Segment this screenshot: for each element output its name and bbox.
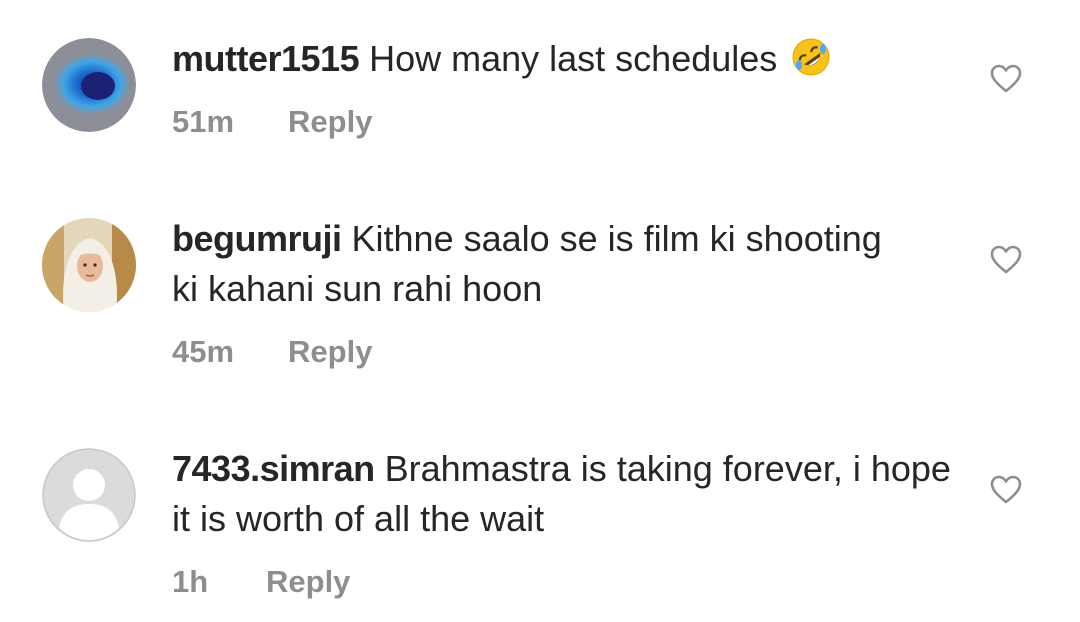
comment-timestamp: 45m	[172, 334, 235, 369]
comment-timestamp: 51m	[172, 104, 235, 139]
comment-text-block: begumruji Kithne saalo se is film ki shoo…	[172, 214, 892, 314]
comment-meta: 51m Reply	[172, 104, 372, 140]
comment-meta: 45m Reply	[172, 334, 372, 370]
comment-text: How many last schedules	[369, 38, 778, 79]
reply-button[interactable]: Reply	[288, 334, 372, 369]
avatar[interactable]	[42, 448, 136, 542]
comment-meta: 1h Reply	[172, 564, 350, 600]
comment-text-block: mutter1515 How many last schedules	[172, 34, 962, 90]
comment-username[interactable]: 7433.simran	[172, 448, 375, 489]
comment-text-block: 7433.simran Brahmastra is taking forever,…	[172, 444, 972, 544]
comment-timestamp: 1h	[172, 564, 209, 599]
avatar[interactable]	[42, 38, 136, 132]
like-heart-icon[interactable]	[990, 475, 1022, 505]
reply-button[interactable]: Reply	[288, 104, 372, 139]
rolling-on-floor-laughing-emoji-icon	[791, 37, 831, 90]
like-heart-icon[interactable]	[990, 64, 1022, 94]
comment-username[interactable]: mutter1515	[172, 38, 360, 79]
comment-username[interactable]: begumruji	[172, 218, 342, 259]
reply-button[interactable]: Reply	[266, 564, 350, 599]
avatar[interactable]	[42, 218, 136, 312]
like-heart-icon[interactable]	[990, 245, 1022, 275]
